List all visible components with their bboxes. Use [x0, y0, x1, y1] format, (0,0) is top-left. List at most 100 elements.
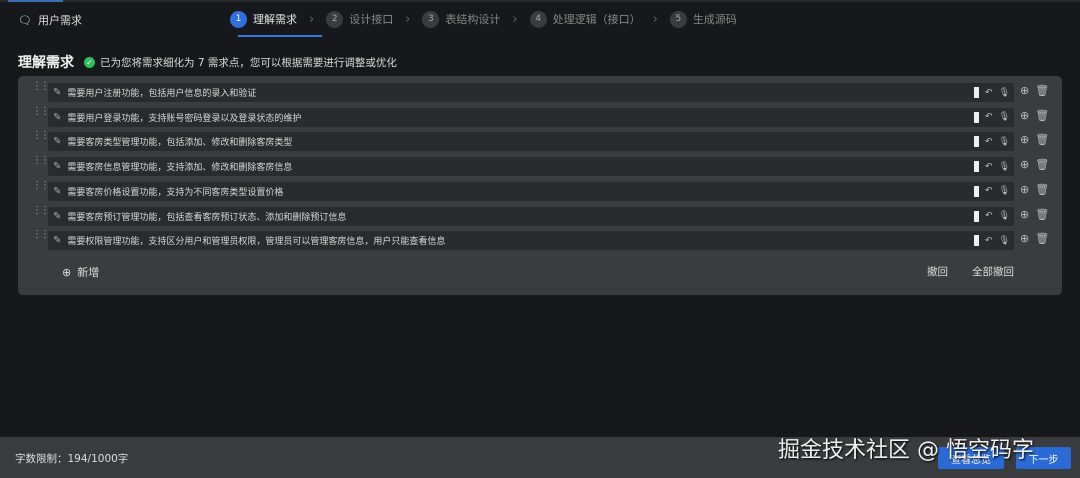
watermark: 掘金技术社区 @ 悟空码字	[778, 438, 1034, 463]
plus-circle-icon: ⊕	[62, 265, 72, 279]
requirement-row: ⋮⋮ ✎ 需要权限管理功能，支持区分用户和管理员权限，管理员可以管理客房信息，用户…	[32, 229, 1062, 251]
requirement-row: ⋮⋮ ✎ 需要客房价格设置功能，支持为不同客房类型设置价格 ↶ 🎙 ⊕ 🗑	[32, 180, 1062, 201]
requirement-input[interactable]: ✎ 需要客房信息管理功能，支持添加、修改和删除客房信息 ↶ 🎙	[48, 157, 1014, 177]
undo-icon[interactable]: ↶	[985, 112, 993, 122]
title-text: 用户需求	[37, 14, 82, 27]
requirement-text: 需要客房类型管理功能，包括添加、修改和删除客房类型	[67, 138, 293, 149]
trash-icon[interactable]: 🗑	[1035, 109, 1049, 122]
requirements-panel: ⊕ 新增 撤回 全部撤回 ⋮⋮ ✎ 需要用户注册功能，包括用户信息的录入和验证 ↶ 🎙…	[18, 76, 1062, 295]
edit-icon: ✎	[53, 87, 62, 98]
microphone-icon[interactable]: 🎙	[999, 211, 1010, 221]
status-message: ✓ 已为您将需求细化为 7 需求点，您可以根据需要进行调整或优化	[84, 55, 397, 70]
requirement-row: ⋮⋮ ✎ 需要用户登录功能，支持账号密码登录以及登录状态的维护 ↶ 🎙 ⊕ 🗑	[32, 106, 1062, 127]
text-cursor	[974, 185, 980, 197]
step-number: 5	[669, 10, 687, 28]
add-button[interactable]: ⊕ 新增	[62, 264, 99, 280]
requirement-input[interactable]: ✎ 需要客房价格设置功能，支持为不同客房类型设置价格 ↶ 🎙	[48, 181, 1014, 201]
edit-icon: ✎	[53, 161, 62, 173]
text-cursor	[974, 87, 980, 98]
drag-handle-icon[interactable]: ⋮⋮	[32, 130, 50, 141]
add-circle-icon[interactable]: ⊕	[1020, 109, 1029, 122]
step-number: 1	[230, 10, 247, 28]
requirement-row: ⋮⋮ ✎ 需要用户注册功能，包括用户信息的录入和验证 ↶ 🎙 ⊕ 🗑	[32, 81, 1062, 102]
step-number: 4	[529, 10, 547, 28]
requirement-text: 需要客房信息管理功能，支持添加、修改和删除客房信息	[67, 163, 293, 174]
drag-handle-icon[interactable]: ⋮⋮	[32, 155, 50, 166]
edit-icon: ✎	[53, 210, 62, 222]
requirement-text: 需要客房预订管理功能，包括查看客房预订状态、添加和删除预订信息	[67, 212, 347, 223]
section-title: 理解需求	[18, 55, 74, 71]
message-text: 已为您将需求细化为 7 需求点，您可以根据需要进行调整或优化	[100, 57, 397, 69]
microphone-icon[interactable]: 🎙	[999, 112, 1010, 122]
requirement-text: 需要用户登录功能，支持账号密码登录以及登录状态的维护	[67, 113, 302, 124]
chevron-right-icon: ›	[309, 11, 315, 27]
add-circle-icon[interactable]: ⊕	[1020, 133, 1029, 146]
trash-icon[interactable]: 🗑	[1035, 232, 1049, 245]
drag-handle-icon[interactable]: ⋮⋮	[32, 81, 50, 92]
undo-icon[interactable]: ↶	[985, 137, 993, 147]
add-circle-icon[interactable]: ⊕	[1020, 158, 1029, 171]
step-number: 3	[422, 10, 440, 28]
requirement-row: ⋮⋮ ✎ 需要客房类型管理功能，包括添加、修改和删除客房类型 ↶ 🎙 ⊕ 🗑	[32, 130, 1062, 152]
text-cursor	[974, 136, 980, 148]
undo-button[interactable]: 撤回	[927, 264, 948, 279]
trash-icon[interactable]: 🗑	[1035, 84, 1049, 97]
undo-icon[interactable]: ↶	[985, 186, 993, 196]
chevron-right-icon: ›	[405, 11, 411, 27]
requirement-input[interactable]: ✎ 需要权限管理功能，支持区分用户和管理员权限，管理员可以管理客房信息，用户只能查…	[48, 231, 1014, 251]
top-border	[0, 0, 1080, 2]
comment-icon: 🗨	[18, 13, 32, 27]
page-title: 🗨 用户需求	[18, 12, 82, 28]
trash-icon[interactable]: 🗑	[1035, 183, 1049, 196]
edit-icon: ✎	[53, 185, 62, 197]
step-1[interactable]: 1 理解需求	[230, 9, 322, 37]
requirement-row: ⋮⋮ ✎ 需要客房预订管理功能，包括查看客房预订状态、添加和删除预订信息 ↶ 🎙 ⊕…	[32, 205, 1062, 226]
trash-icon[interactable]: 🗑	[1035, 208, 1049, 221]
microphone-icon[interactable]: 🎙	[999, 162, 1010, 172]
step-2[interactable]: 2 设计接口	[326, 9, 393, 29]
microphone-icon[interactable]: 🎙	[999, 186, 1010, 196]
add-circle-icon[interactable]: ⊕	[1020, 208, 1029, 221]
drag-handle-icon[interactable]: ⋮⋮	[32, 180, 50, 191]
chevron-right-icon: ›	[652, 11, 658, 27]
drag-handle-icon[interactable]: ⋮⋮	[32, 229, 50, 240]
step-4[interactable]: 4 处理逻辑（接口）	[529, 9, 641, 29]
step-5[interactable]: 5 生成源码	[669, 9, 737, 29]
drag-handle-icon[interactable]: ⋮⋮	[32, 106, 50, 117]
step-label: 设计接口	[349, 13, 394, 26]
microphone-icon[interactable]: 🎙	[999, 137, 1010, 147]
add-circle-icon[interactable]: ⊕	[1020, 183, 1029, 196]
check-circle-icon: ✓	[84, 57, 95, 68]
text-cursor	[974, 161, 980, 173]
requirement-input[interactable]: ✎ 需要客房类型管理功能，包括添加、修改和删除客房类型 ↶ 🎙	[48, 132, 1014, 152]
undo-icon[interactable]: ↶	[985, 162, 993, 172]
step-3[interactable]: 3 表结构设计	[422, 9, 500, 29]
drag-handle-icon[interactable]: ⋮⋮	[32, 205, 50, 216]
requirement-text: 需要客房价格设置功能，支持为不同客房类型设置价格	[67, 187, 284, 198]
requirement-input[interactable]: ✎ 需要用户注册功能，包括用户信息的录入和验证 ↶ 🎙	[48, 83, 1014, 102]
step-label: 生成源码	[692, 13, 737, 26]
requirement-row: ⋮⋮ ✎ 需要客房信息管理功能，支持添加、修改和删除客房信息 ↶ 🎙 ⊕ 🗑	[32, 155, 1062, 177]
undo-all-button[interactable]: 全部撤回	[972, 264, 1014, 279]
word-limit: 字数限制：194/1000字	[15, 453, 129, 465]
undo-icon[interactable]: ↶	[985, 88, 993, 98]
trash-icon[interactable]: 🗑	[1035, 158, 1049, 171]
step-label: 理解需求	[253, 13, 297, 26]
requirement-text: 需要权限管理功能，支持区分用户和管理员权限，管理员可以管理客房信息，用户只能查看…	[67, 237, 446, 248]
undo-icon[interactable]: ↶	[985, 211, 993, 221]
text-cursor	[974, 111, 980, 123]
requirement-input[interactable]: ✎ 需要用户登录功能，支持账号密码登录以及登录状态的维护 ↶ 🎙	[48, 107, 1014, 127]
edit-icon: ✎	[53, 136, 62, 148]
undo-icon[interactable]: ↶	[985, 236, 993, 246]
add-circle-icon[interactable]: ⊕	[1020, 232, 1029, 245]
requirement-text: 需要用户注册功能，包括用户信息的录入和验证	[67, 89, 257, 99]
step-label: 表结构设计	[445, 13, 501, 26]
add-circle-icon[interactable]: ⊕	[1020, 84, 1029, 97]
step-number: 2	[326, 10, 344, 28]
add-label: 新增	[77, 266, 100, 279]
stepper: 1 理解需求 › 2 设计接口 › 3 表结构设计 › 4 处理逻辑（接口） › 5 生成源码	[230, 9, 737, 37]
microphone-icon[interactable]: 🎙	[999, 236, 1010, 246]
requirement-input[interactable]: ✎ 需要客房预订管理功能，包括查看客房预订状态、添加和删除预订信息 ↶ 🎙	[48, 206, 1014, 226]
trash-icon[interactable]: 🗑	[1035, 133, 1049, 146]
microphone-icon[interactable]: 🎙	[999, 88, 1010, 98]
